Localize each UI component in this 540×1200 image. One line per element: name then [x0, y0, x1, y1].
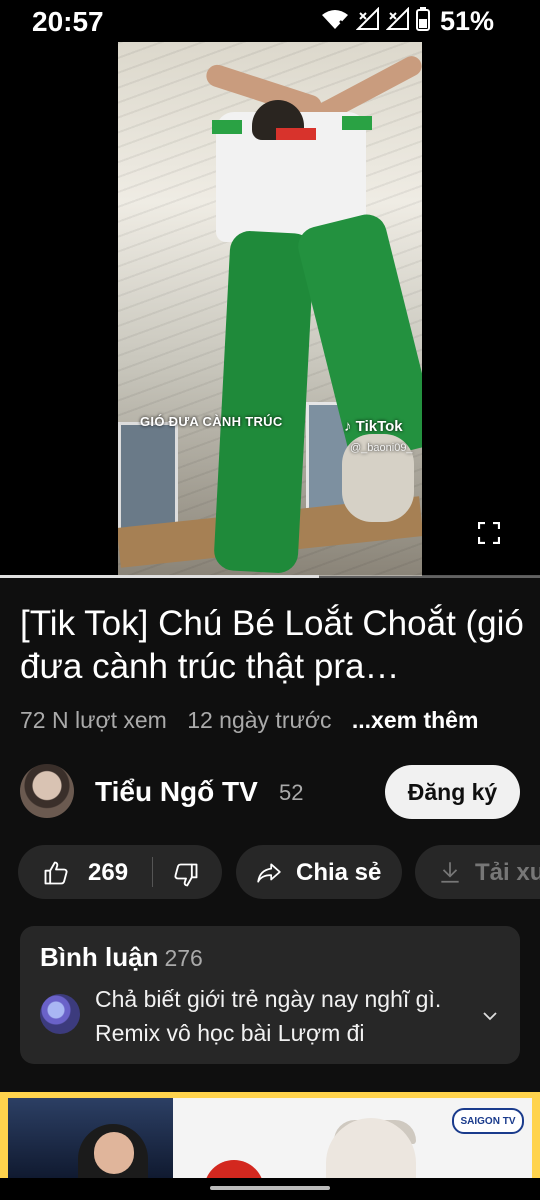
home-gesture-handle[interactable]: [210, 1186, 330, 1190]
share-button[interactable]: Chia sẻ: [236, 845, 402, 899]
thumbs-down-icon[interactable]: [172, 861, 200, 894]
upload-age: 12 ngày trước: [187, 707, 332, 733]
comments-count: 276: [164, 945, 203, 971]
comments-card[interactable]: Bình luận 276 Chả biết giới trẻ ngày nay …: [20, 926, 520, 1064]
video-title[interactable]: [Tik Tok] Chú Bé Loắt Choắt (gió đưa càn…: [20, 602, 525, 688]
commenter-avatar: [40, 994, 80, 1034]
fullscreen-icon[interactable]: [477, 521, 501, 545]
subscriber-count: 52: [279, 780, 304, 805]
status-time: 20:57: [32, 6, 104, 37]
ad-image: SAIGON TV: [8, 1098, 532, 1178]
video-player[interactable]: GIÓ ĐƯA CÀNH TRÚC ♪ TikTok @_baoni09_: [0, 42, 540, 576]
subscribe-button[interactable]: Đăng ký: [385, 765, 520, 819]
video-window-left: [118, 422, 178, 532]
video-caption-overlay: GIÓ ĐƯA CÀNH TRÚC: [140, 414, 283, 429]
battery-percent: 51%: [439, 6, 494, 36]
top-comment-text: Chả biết giới trẻ ngày nay nghĩ gì. Remi…: [95, 986, 442, 1046]
video-progress-fill: [0, 575, 319, 578]
comments-header: Bình luận 276: [40, 942, 203, 973]
status-bar: 20:57 51%: [0, 0, 540, 42]
video-figure-pants: [213, 230, 315, 574]
signal-x-icon: [355, 6, 380, 36]
ad-person-face: [94, 1132, 134, 1174]
like-dislike-pill: 269: [18, 845, 222, 899]
download-label: Tải xuống: [475, 859, 540, 886]
actions-row: 269 Chia sẻ Tải xuống: [18, 845, 540, 899]
tiktok-logo-icon: ♪: [344, 418, 352, 435]
video-figure-scarf: [276, 128, 316, 140]
show-more-link[interactable]: ...xem thêm: [352, 707, 479, 733]
video-frame[interactable]: GIÓ ĐƯA CÀNH TRÚC ♪ TikTok @_baoni09_: [118, 42, 422, 576]
download-button[interactable]: Tải xuống: [415, 845, 540, 899]
comments-title: Bình luận: [40, 942, 159, 972]
navigation-bar: [0, 1178, 540, 1200]
status-icons: 51%: [320, 6, 494, 37]
channel-row: Tiểu Ngố TV 52 Đăng ký: [20, 764, 520, 820]
chevron-down-icon[interactable]: [482, 1008, 498, 1029]
wifi-x-icon: [320, 7, 350, 36]
share-arrow-icon: [256, 860, 282, 891]
video-meta[interactable]: 72 N lượt xem 12 ngày trước ...xem thêm: [20, 707, 478, 734]
tiktok-watermark: ♪ TikTok: [344, 418, 403, 435]
video-progress-bar[interactable]: [0, 575, 540, 578]
share-label: Chia sẻ: [296, 859, 382, 886]
channel-avatar[interactable]: [20, 764, 74, 818]
video-figure-sleeve: [342, 116, 372, 130]
ad-banner[interactable]: SAIGON TV: [0, 1092, 540, 1178]
signal-x-icon: [385, 6, 410, 36]
like-count: 269: [88, 859, 129, 886]
battery-icon: [415, 7, 430, 36]
saigon-tv-logo: SAIGON TV: [452, 1108, 524, 1134]
download-icon: [437, 859, 463, 890]
channel-name[interactable]: Tiểu Ngố TV: [95, 776, 258, 808]
view-count: 72 N lượt xem: [20, 707, 167, 733]
pill-divider: [152, 857, 153, 887]
tiktok-watermark-text: TikTok: [355, 418, 403, 435]
tiktok-watermark-user: @_baoni09_: [350, 442, 413, 454]
video-figure-sleeve: [212, 120, 242, 134]
thumbs-up-icon[interactable]: [42, 859, 70, 892]
